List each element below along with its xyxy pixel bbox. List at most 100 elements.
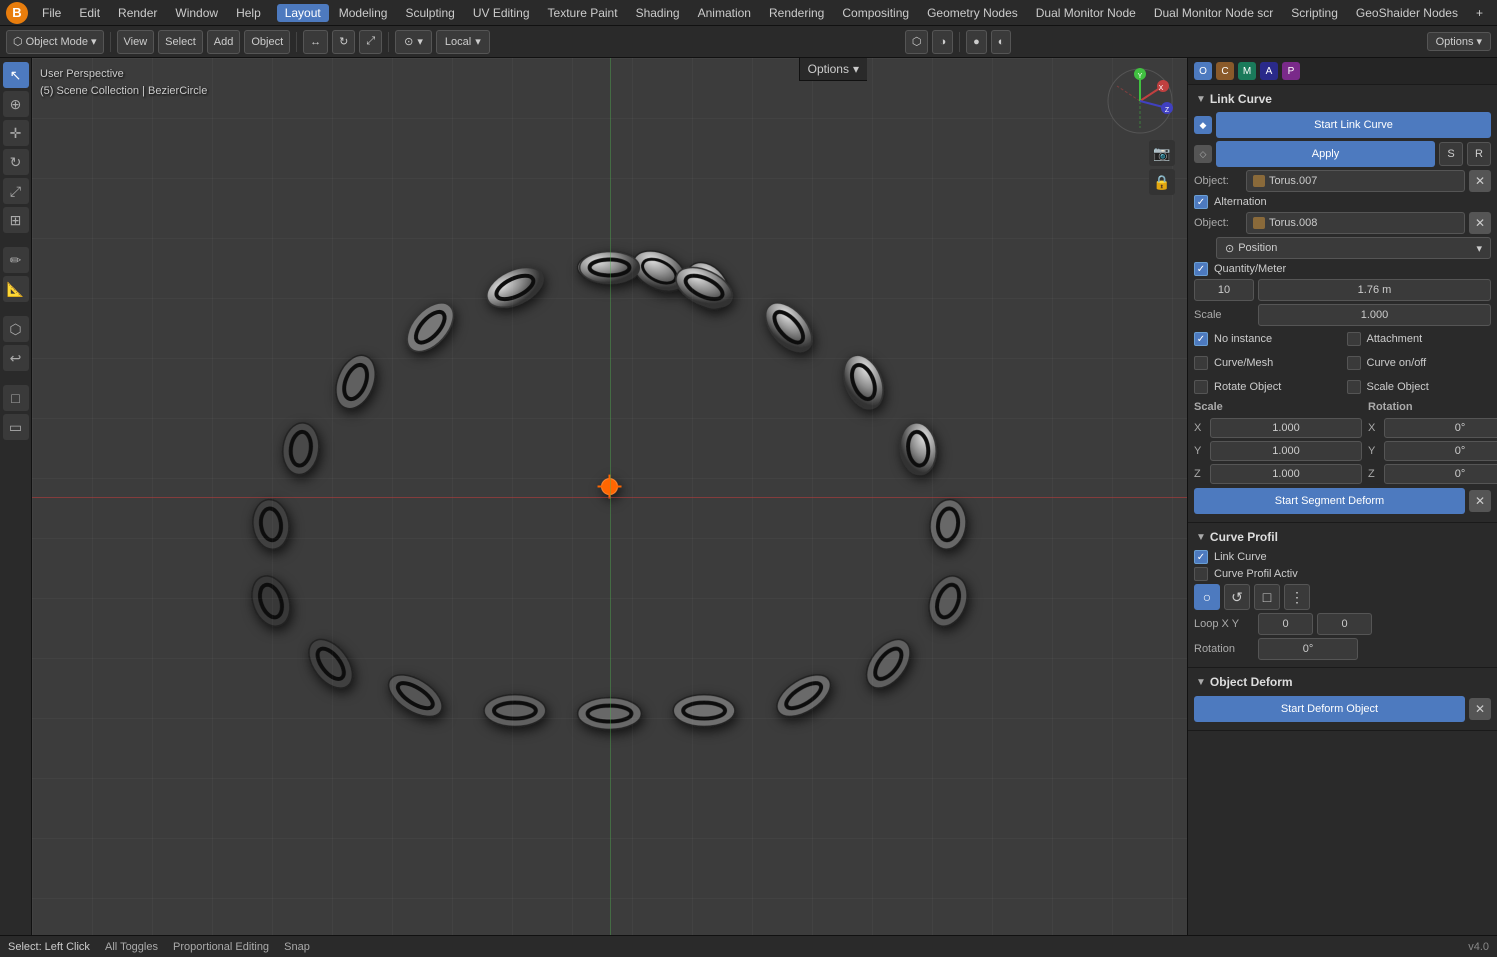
scale-z-input[interactable] — [1210, 464, 1362, 484]
tab-compositing[interactable]: Compositing — [834, 4, 917, 22]
apply-r-btn[interactable]: R — [1467, 142, 1491, 166]
tab-sculpting[interactable]: Sculpting — [397, 4, 462, 22]
tab-shading[interactable]: Shading — [628, 4, 688, 22]
rotation-loop-input[interactable] — [1258, 638, 1358, 660]
history-tool[interactable]: ↩ — [3, 345, 29, 371]
tab-rendering[interactable]: Rendering — [761, 4, 832, 22]
annotate-tool[interactable]: ✏ — [3, 247, 29, 273]
zoom-camera-icon[interactable]: 📷 — [1149, 140, 1175, 166]
options-btn[interactable]: Options ▾ — [1427, 32, 1491, 51]
select-menu[interactable]: Select — [158, 30, 203, 54]
rot-x-input[interactable] — [1384, 418, 1497, 438]
apply-btn[interactable]: Apply — [1216, 141, 1435, 167]
curve-on-off-checkbox[interactable] — [1347, 356, 1361, 370]
panel-icon-object[interactable]: O — [1194, 62, 1212, 80]
custom-shape-btn[interactable]: ⋮ — [1284, 584, 1310, 610]
meter-input[interactable] — [1258, 279, 1491, 301]
rotate-btn[interactable]: ↻ — [332, 30, 355, 54]
square-shape-btn[interactable]: □ — [1254, 584, 1280, 610]
menu-file[interactable]: File — [34, 4, 69, 22]
panel-icon-active[interactable]: A — [1260, 62, 1278, 80]
material-shade-btn[interactable]: ◐ — [991, 30, 1012, 54]
measure-tool[interactable]: 📐 — [3, 276, 29, 302]
loop-y-input[interactable] — [1317, 613, 1372, 635]
scale-input[interactable] — [1258, 304, 1491, 326]
view-menu[interactable]: View — [117, 30, 155, 54]
no-instance-checkbox[interactable]: ✓ — [1194, 332, 1208, 346]
start-segment-deform-btn[interactable]: Start Segment Deform — [1194, 488, 1465, 514]
scale-y-input[interactable] — [1210, 441, 1362, 461]
overlay-toggle[interactable]: ⬡ — [905, 30, 929, 54]
menu-render[interactable]: Render — [110, 4, 165, 22]
attachment-checkbox[interactable] — [1347, 332, 1361, 346]
mode-selector[interactable]: ⬡ Object Mode ▾ — [6, 30, 104, 54]
curve-mesh-checkbox[interactable] — [1194, 356, 1208, 370]
panel-icon-particles[interactable]: P — [1282, 62, 1300, 80]
tab-modeling[interactable]: Modeling — [331, 4, 396, 22]
scale-btn[interactable]: ⤢ — [359, 30, 382, 54]
alternation-checkbox[interactable]: ✓ — [1194, 195, 1208, 209]
extra-tool2[interactable]: ▭ — [3, 414, 29, 440]
transform-btn[interactable]: ↔ — [303, 30, 328, 54]
tab-add-workspace[interactable]: + — [1468, 4, 1491, 22]
transform-tool[interactable]: ⊞ — [3, 207, 29, 233]
menu-help[interactable]: Help — [228, 4, 269, 22]
start-link-curve-btn[interactable]: Start Link Curve — [1216, 112, 1491, 138]
tab-layout[interactable]: Layout — [277, 4, 329, 22]
rotate-tool[interactable]: ↻ — [3, 149, 29, 175]
lock-camera-icon[interactable]: 🔒 — [1149, 169, 1175, 195]
tab-geometry-nodes[interactable]: Geometry Nodes — [919, 4, 1026, 22]
quantity-meter-checkbox[interactable]: ✓ — [1194, 262, 1208, 276]
object1-clear-btn[interactable]: ✕ — [1469, 170, 1491, 192]
loop-x-input[interactable] — [1258, 613, 1313, 635]
start-deform-object-btn[interactable]: Start Deform Object — [1194, 696, 1465, 722]
object2-value-field[interactable]: Torus.008 — [1246, 212, 1465, 234]
solid-shade-btn[interactable]: ● — [966, 30, 987, 54]
tab-dual-monitor-scr[interactable]: Dual Monitor Node scr — [1146, 4, 1281, 22]
tab-uv-editing[interactable]: UV Editing — [465, 4, 538, 22]
add-object-tool[interactable]: ⬡ — [3, 316, 29, 342]
rot-z-input[interactable] — [1384, 464, 1497, 484]
tab-scripting[interactable]: Scripting — [1283, 4, 1346, 22]
object-menu[interactable]: Object — [244, 30, 290, 54]
position-dropdown[interactable]: ⊙ Position ▾ — [1216, 237, 1491, 259]
viewport[interactable]: User Perspective (5) Scene Collection | … — [32, 58, 1187, 935]
menu-edit[interactable]: Edit — [71, 4, 108, 22]
curve-profil-header[interactable]: ▼ Curve Profil — [1194, 527, 1491, 547]
link-curve-header[interactable]: ▼ Link Curve — [1194, 89, 1491, 109]
move-tool[interactable]: ✛ — [3, 120, 29, 146]
xray-toggle[interactable]: ◑ — [932, 30, 953, 54]
tab-dual-monitor-node[interactable]: Dual Monitor Node — [1028, 4, 1144, 22]
panel-icon-constraint[interactable]: C — [1216, 62, 1234, 80]
rot-y-input[interactable] — [1384, 441, 1497, 461]
extra-tool1[interactable]: □ — [3, 385, 29, 411]
scale-object-checkbox[interactable] — [1347, 380, 1361, 394]
menu-window[interactable]: Window — [167, 4, 226, 22]
panel-icon-modifier[interactable]: M — [1238, 62, 1256, 80]
segment-deform-clear-btn[interactable]: ✕ — [1469, 490, 1491, 512]
pivot-dropdown[interactable]: ⊙ ▾ — [395, 30, 432, 54]
select-tool[interactable]: ↖ — [3, 62, 29, 88]
quantity-input[interactable] — [1194, 279, 1254, 301]
object2-clear-btn[interactable]: ✕ — [1469, 212, 1491, 234]
object1-value-field[interactable]: Torus.007 — [1246, 170, 1465, 192]
add-menu[interactable]: Add — [207, 30, 241, 54]
tab-texture-paint[interactable]: Texture Paint — [540, 4, 626, 22]
navigation-gizmo[interactable]: X Y Z — [1105, 66, 1175, 136]
right-panel: O C M A P ▼ Link Curve ◆ Start Link Curv… — [1187, 58, 1497, 935]
scale-x-input[interactable] — [1210, 418, 1362, 438]
link-curve-check-checkbox[interactable]: ✓ — [1194, 550, 1208, 564]
curve-profil-activ-checkbox[interactable] — [1194, 567, 1208, 581]
viewport-options-btn[interactable]: Options ▾ — [799, 58, 867, 81]
tab-geoshaider[interactable]: GeoShaider Nodes — [1348, 4, 1466, 22]
deform-object-clear-btn[interactable]: ✕ — [1469, 698, 1491, 720]
cursor-tool[interactable]: ⊕ — [3, 91, 29, 117]
scale-tool[interactable]: ⤢ — [3, 178, 29, 204]
arc-shape-btn[interactable]: ↺ — [1224, 584, 1250, 610]
apply-s-btn[interactable]: S — [1439, 142, 1463, 166]
object-deform-header[interactable]: ▼ Object Deform — [1194, 672, 1491, 692]
rotate-object-checkbox[interactable] — [1194, 380, 1208, 394]
circle-shape-btn[interactable]: ○ — [1194, 584, 1220, 610]
tab-animation[interactable]: Animation — [690, 4, 759, 22]
transform-space-dropdown[interactable]: Local ▾ — [436, 30, 490, 54]
